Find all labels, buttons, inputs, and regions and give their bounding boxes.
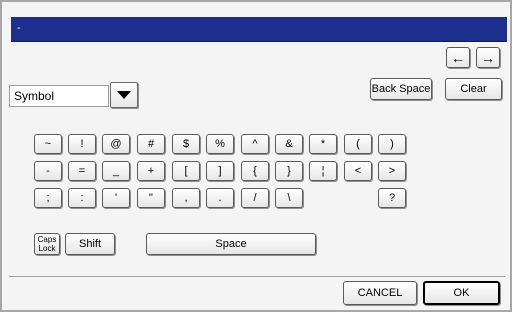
symbol-key[interactable]: ; (34, 188, 62, 208)
symbol-key[interactable]: $ (172, 134, 200, 154)
symbol-key[interactable]: ( (344, 134, 372, 154)
space-key[interactable]: Space (146, 233, 316, 255)
shift-key[interactable]: Shift (65, 233, 115, 255)
caps-line-1: Caps (37, 235, 57, 244)
symbol-key[interactable]: ¦ (309, 161, 337, 181)
right-arrow-icon: → (481, 49, 495, 66)
symbol-key[interactable]: ) (378, 134, 406, 154)
symbol-key[interactable]: < (344, 161, 372, 181)
caps-line-2: Lock (38, 244, 56, 253)
left-arrow-icon: ← (451, 49, 465, 66)
ok-button[interactable]: OK (423, 281, 500, 305)
title-text: - (17, 22, 21, 34)
symbol-key[interactable]: " (137, 188, 165, 208)
cancel-button[interactable]: CANCEL (343, 281, 417, 305)
symbol-key[interactable]: [ (172, 161, 200, 181)
symbol-key[interactable]: # (137, 134, 165, 154)
symbol-key[interactable]: = (68, 161, 96, 181)
symbol-key[interactable]: - (34, 161, 62, 181)
symbol-key[interactable]: ^ (241, 134, 269, 154)
symbol-key[interactable]: : (68, 188, 96, 208)
symbol-key[interactable]: ! (68, 134, 96, 154)
symbol-key[interactable]: } (275, 161, 303, 181)
category-dropdown-button[interactable] (110, 82, 138, 108)
symbol-key[interactable]: * (309, 134, 337, 154)
symbol-key[interactable]: _ (102, 161, 130, 181)
symbol-key[interactable]: ' (102, 188, 130, 208)
clear-button[interactable]: Clear (445, 78, 502, 100)
symbol-key[interactable]: { (241, 161, 269, 181)
symbol-key[interactable]: + (137, 161, 165, 181)
right-arrow-button[interactable]: → (476, 47, 500, 68)
symbol-key[interactable]: , (172, 188, 200, 208)
backspace-button[interactable]: Back Space (370, 78, 432, 100)
category-select[interactable]: Symbol (9, 85, 109, 107)
footer-divider (9, 276, 505, 277)
symbol-key[interactable]: ? (378, 188, 406, 208)
symbol-key[interactable]: ~ (34, 134, 62, 154)
symbol-key[interactable]: & (275, 134, 303, 154)
symbol-key[interactable]: . (206, 188, 234, 208)
symbol-key[interactable]: > (378, 161, 406, 181)
symbol-key[interactable]: / (241, 188, 269, 208)
chevron-down-icon (117, 91, 131, 99)
title-bar: - (11, 17, 507, 42)
symbol-key[interactable]: \ (275, 188, 303, 208)
caps-lock-key[interactable]: Caps Lock (34, 233, 60, 255)
left-arrow-button[interactable]: ← (446, 47, 470, 68)
keyboard-dialog (0, 0, 512, 312)
symbol-key[interactable]: ] (206, 161, 234, 181)
symbol-key[interactable]: % (206, 134, 234, 154)
symbol-key[interactable]: @ (102, 134, 130, 154)
